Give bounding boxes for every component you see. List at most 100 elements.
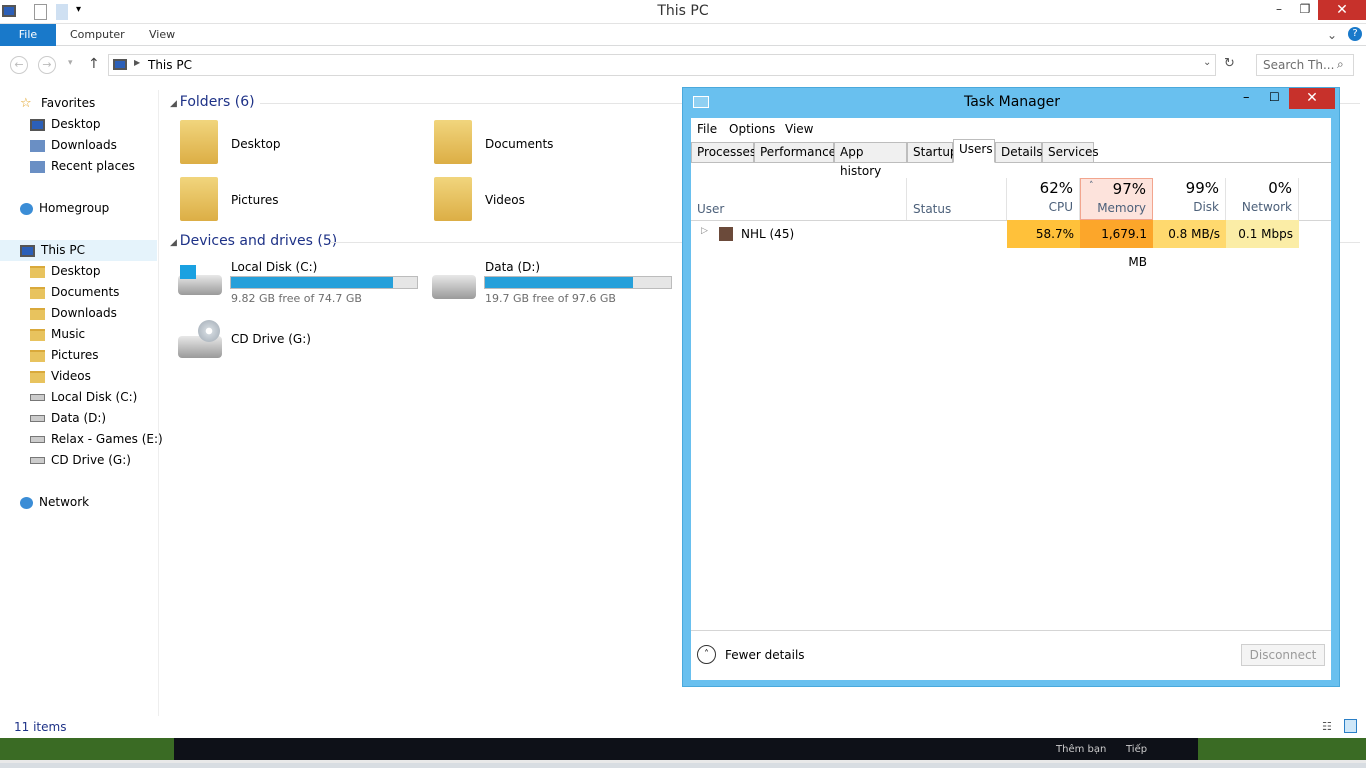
folder-label: Documents [485, 137, 554, 151]
user-cpu: 58.7% [1007, 220, 1080, 248]
collapse-icon[interactable]: ◢ [170, 238, 180, 248]
sidebar-item-downloads[interactable]: Downloads [0, 135, 157, 156]
sidebar-item-pictures[interactable]: Pictures [0, 345, 157, 366]
minimize-button[interactable]: – [1266, 2, 1292, 20]
tm-maximize-button[interactable]: ☐ [1269, 90, 1280, 104]
tab-divider [691, 162, 1331, 163]
sidebar-item-network[interactable]: Network [0, 492, 157, 513]
column-status[interactable]: Status [907, 178, 1007, 220]
background-app-bar: Thêm bạn Tiếp [174, 738, 1198, 760]
sidebar-item-favorites[interactable]: ☆ Favorites [0, 93, 157, 114]
status-item-count: 11 items [14, 720, 67, 734]
large-icons-view-button[interactable] [1344, 719, 1357, 733]
sidebar-item-cd-drive-g-[interactable]: CD Drive (G:) [0, 450, 157, 471]
column-memory[interactable]: ˄ 97% Memory [1080, 178, 1153, 220]
sidebar-item-music[interactable]: Music [0, 324, 157, 345]
sidebar-item-label: Homegroup [39, 201, 110, 215]
breadcrumb-this-pc[interactable]: This PC [148, 58, 192, 72]
column-network[interactable]: 0% Network [1226, 178, 1299, 220]
recent-locations-icon[interactable]: ▾ [68, 58, 73, 68]
menu-options[interactable]: Options [729, 122, 775, 136]
sidebar-item-label: Data (D:) [51, 411, 107, 425]
drive-usage-bar [484, 276, 672, 289]
folder-icon [180, 177, 218, 221]
sidebar-item-recent-places[interactable]: Recent places [0, 156, 157, 177]
pc-icon [20, 244, 35, 257]
tab-app-history[interactable]: App history [834, 142, 907, 178]
folder-icon [180, 120, 218, 164]
tab-details[interactable]: Details [995, 142, 1043, 163]
sidebar-item-label: Desktop [51, 264, 101, 278]
drive-free-space: 9.82 GB free of 74.7 GB [231, 292, 362, 305]
drive-g[interactable] [178, 320, 224, 360]
tm-minimize-button[interactable]: – [1243, 90, 1250, 105]
drive-c[interactable] [178, 265, 224, 301]
refresh-button[interactable]: ↻ [1224, 56, 1235, 71]
sidebar-item-homegroup[interactable]: Homegroup [0, 198, 157, 219]
fewer-details-link[interactable]: Fewer details [725, 648, 805, 662]
sidebar-item-documents[interactable]: Documents [0, 282, 157, 303]
details-view-button[interactable]: ☷ [1322, 720, 1332, 733]
sidebar-item-local-disk-c-[interactable]: Local Disk (C:) [0, 387, 157, 408]
column-label: Network [1241, 200, 1292, 214]
sidebar-item-desktop[interactable]: Desktop [0, 114, 157, 135]
column-user[interactable]: User [691, 178, 907, 220]
drive-free-space: 19.7 GB free of 97.6 GB [485, 292, 616, 305]
drive-icon[interactable] [432, 275, 476, 299]
sidebar-item-data-d-[interactable]: Data (D:) [0, 408, 157, 429]
add-friend-button[interactable]: Thêm bạn [1056, 744, 1106, 755]
menu-view[interactable]: View [785, 122, 813, 136]
back-button[interactable]: ← [10, 56, 28, 74]
sidebar-item-relax-games-e-[interactable]: Relax - Games (E:) [0, 429, 163, 450]
nav-divider [158, 90, 159, 716]
sidebar-item-desktop[interactable]: Desktop [0, 261, 157, 282]
tab-file[interactable]: File [0, 24, 56, 46]
column-label: User [697, 202, 725, 216]
tab-view[interactable]: View [135, 24, 189, 46]
forward-button[interactable]: → [38, 56, 56, 74]
tab-services[interactable]: Services [1042, 142, 1099, 163]
help-icon[interactable]: ? [1348, 27, 1362, 41]
address-bar[interactable]: ▶ This PC ⌄ [108, 54, 1216, 76]
folder-icon [30, 286, 45, 299]
folder-documents[interactable] [434, 120, 472, 164]
drive-label: Data (D:) [485, 260, 541, 274]
expand-icon[interactable]: ▷ [701, 226, 708, 236]
devices-group[interactable]: ◢ Devices and drives (5) [170, 233, 337, 249]
folders-group[interactable]: ◢ Folders (6) [170, 94, 255, 110]
disk-total: 99% [1185, 179, 1219, 197]
task-manager-body: File Options View Processes Performance Ap… [691, 118, 1331, 680]
collapse-icon[interactable]: ◢ [170, 99, 180, 109]
expand-ribbon-icon[interactable]: ⌄ [1327, 28, 1337, 42]
tab-computer[interactable]: Computer [56, 24, 139, 46]
tm-close-button[interactable]: ✕ [1289, 88, 1335, 109]
up-button[interactable]: ↑ [88, 56, 100, 72]
menu-file[interactable]: File [697, 122, 717, 136]
address-dropdown-icon[interactable]: ⌄ [1203, 57, 1211, 68]
user-disk: 0.8 MB/s [1153, 220, 1226, 248]
sidebar-item-videos[interactable]: Videos [0, 366, 157, 387]
sidebar-item-label: Local Disk (C:) [51, 390, 138, 404]
folder-icon [434, 120, 472, 164]
tab-processes[interactable]: Processes [691, 142, 756, 163]
column-disk[interactable]: 99% Disk [1153, 178, 1226, 220]
folder-videos[interactable] [434, 177, 472, 221]
footer-divider [691, 630, 1331, 631]
sidebar-item-downloads[interactable]: Downloads [0, 303, 157, 324]
collapse-chevron-icon[interactable]: ˄ [697, 645, 716, 664]
tab-performance[interactable]: Performance [754, 142, 836, 163]
recent-places-icon [30, 160, 45, 173]
close-button[interactable]: ✕ [1318, 0, 1366, 20]
tab-startup[interactable]: Startup [907, 142, 958, 163]
column-label: Status [913, 202, 952, 216]
column-cpu[interactable]: 62% CPU [1007, 178, 1080, 220]
disconnect-button[interactable]: Disconnect [1241, 644, 1325, 666]
sidebar-item-this-pc[interactable]: This PC [0, 240, 157, 261]
folder-desktop[interactable] [180, 120, 218, 164]
maximize-button[interactable]: ❐ [1292, 2, 1318, 20]
tab-users[interactable]: Users [953, 139, 995, 163]
breadcrumb-chevron-icon[interactable]: ▶ [134, 58, 140, 67]
sidebar-item-label: Network [39, 495, 90, 509]
folder-pictures[interactable] [180, 177, 218, 221]
next-button[interactable]: Tiếp [1126, 744, 1147, 755]
